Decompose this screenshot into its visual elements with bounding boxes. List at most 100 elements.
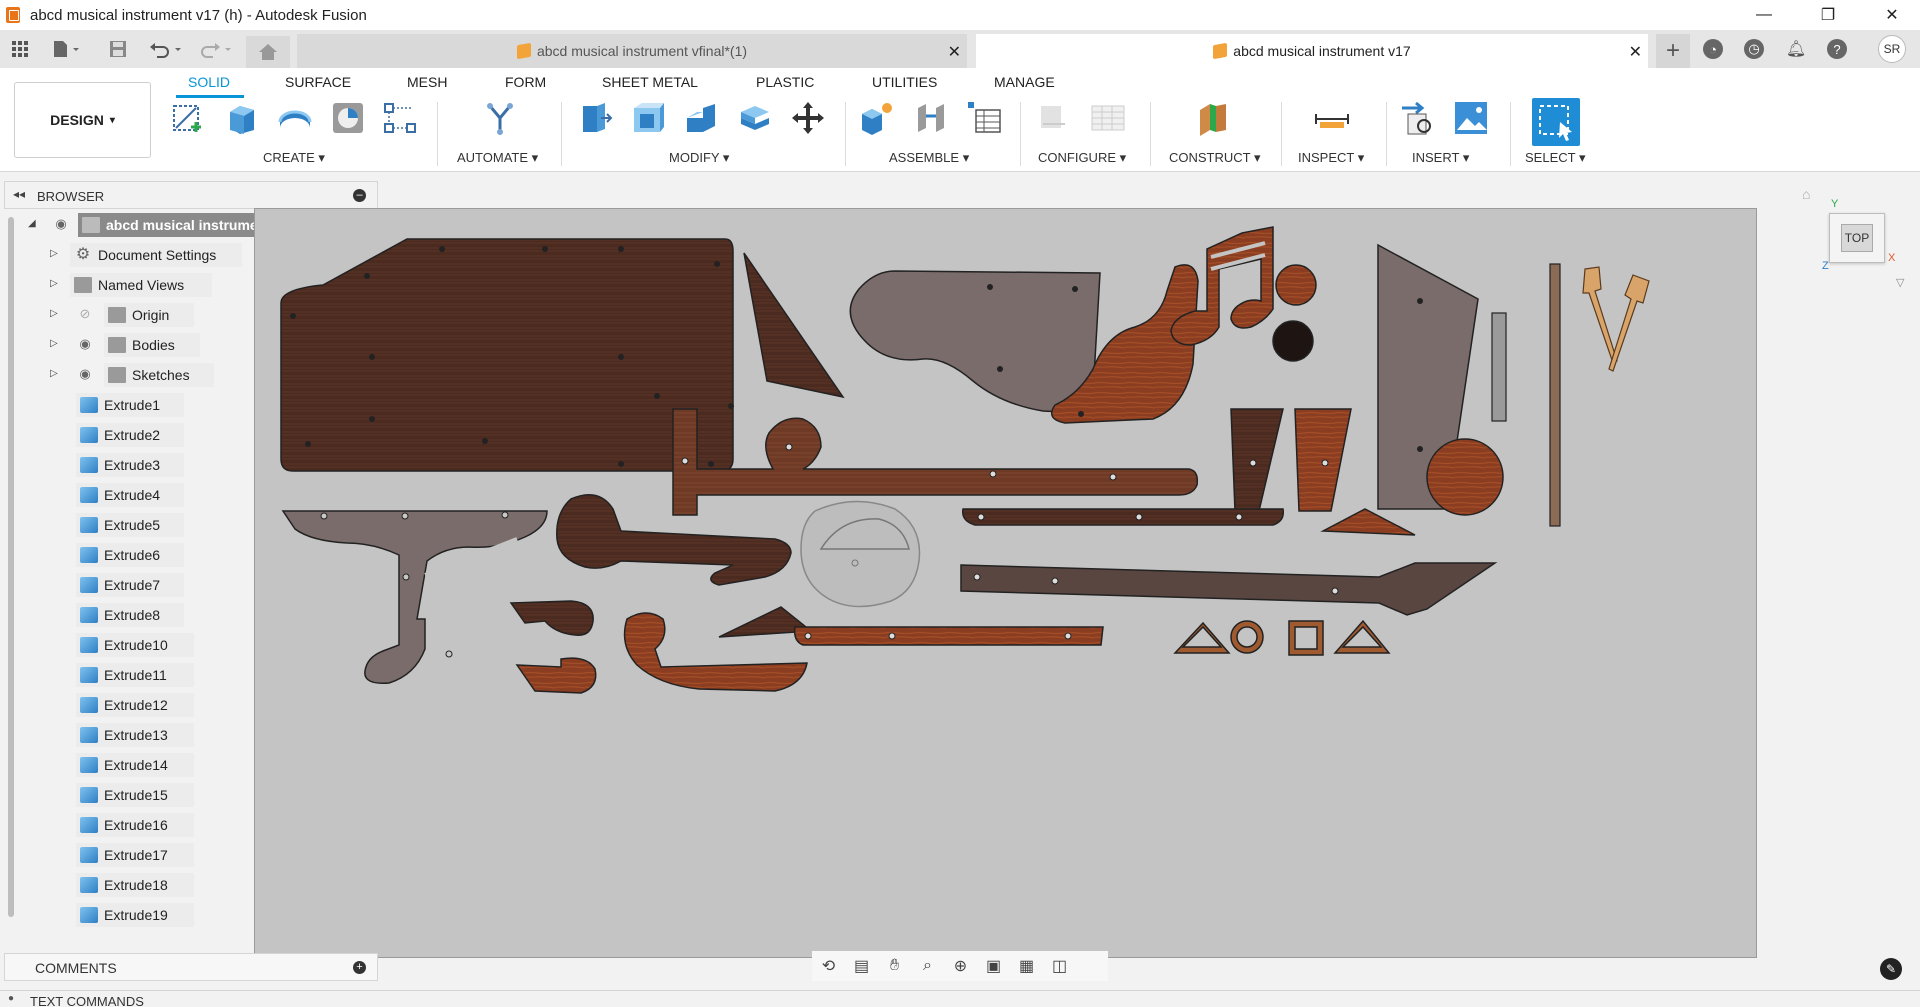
tree-item-sketches[interactable]: ▷ ◉ Sketches — [4, 361, 254, 389]
press-pull-icon[interactable] — [577, 100, 613, 136]
select-icon[interactable] — [1532, 98, 1580, 146]
tree-feature-row[interactable]: Extrude18 — [4, 871, 254, 899]
part-layout-drawing[interactable] — [255, 209, 1758, 959]
minimize-button[interactable]: — — [1736, 0, 1792, 30]
tree-item-document-settings[interactable]: ▷ ⚙ Document Settings — [4, 241, 254, 269]
add-comment-icon[interactable]: + — [353, 961, 366, 974]
tree-feature-row[interactable]: Extrude10 — [4, 631, 254, 659]
tree-feature-row[interactable]: Extrude11 — [4, 661, 254, 689]
text-commands-panel[interactable]: ● TEXT COMMANDS — [0, 990, 1920, 1007]
tab-utilities[interactable]: UTILITIES — [872, 74, 937, 90]
maximize-button[interactable]: ❐ — [1800, 0, 1856, 30]
help-icon[interactable]: ? — [1827, 39, 1847, 59]
expand-triangle-icon[interactable]: ▷ — [50, 248, 58, 259]
expand-icon[interactable]: ● — [8, 993, 14, 1004]
redo-icon[interactable] — [196, 37, 236, 61]
assemble-group-label[interactable]: ASSEMBLE ▾ — [889, 150, 969, 166]
tree-feature-row[interactable]: Extrude2 — [4, 421, 254, 449]
collapse-panel-icon[interactable]: ◂◂ — [13, 187, 25, 201]
tree-feature-row[interactable]: Extrude3 — [4, 451, 254, 479]
home-tab-icon[interactable] — [246, 36, 290, 68]
tab-manage[interactable]: MANAGE — [994, 74, 1055, 90]
tree-feature-row[interactable]: Extrude19 — [4, 901, 254, 929]
offset-plane-icon[interactable] — [1196, 100, 1232, 136]
browser-minimize-icon[interactable]: – — [353, 189, 366, 202]
extensions-icon[interactable]: ◔ — [1703, 39, 1723, 59]
tree-feature-row[interactable]: Extrude8 — [4, 601, 254, 629]
measure-icon[interactable] — [1314, 100, 1350, 136]
tree-feature-row[interactable]: Extrude4 — [4, 481, 254, 509]
tree-feature-row[interactable]: Extrude5 — [4, 511, 254, 539]
home-view-icon[interactable]: ⌂ — [1802, 186, 1810, 202]
expand-triangle-icon[interactable]: ▷ — [50, 368, 58, 379]
close-window-button[interactable]: ✕ — [1864, 0, 1920, 30]
tab-close-button[interactable]: ✕ — [948, 42, 961, 62]
configuration-table-icon[interactable] — [1090, 100, 1126, 136]
tab-surface[interactable]: SURFACE — [285, 74, 351, 90]
grid-settings-icon[interactable]: ▦ — [1010, 953, 1043, 979]
tree-feature-row[interactable]: Extrude1 — [4, 391, 254, 419]
fit-icon[interactable]: ⊕ — [944, 953, 977, 979]
insert-group-label[interactable]: INSERT ▾ — [1412, 150, 1469, 166]
job-status-icon[interactable]: ◷ — [1744, 39, 1764, 59]
workspace-switcher[interactable]: DESIGN ▾ — [14, 82, 151, 158]
tab-sheet-metal[interactable]: SHEET METAL — [602, 74, 698, 90]
hidden-eye-icon[interactable]: ⊘ — [76, 306, 94, 324]
view-cube[interactable]: TOP — [1829, 213, 1885, 263]
tab-v17[interactable]: abcd musical instrument v17 ✕ — [976, 34, 1648, 68]
view-cube-face[interactable]: TOP — [1841, 224, 1873, 252]
select-group-label[interactable]: SELECT ▾ — [1525, 150, 1585, 166]
look-at-icon[interactable]: ▤ — [845, 953, 878, 979]
notifications-bell-icon[interactable]: 🔔︎ — [1786, 39, 1806, 59]
zoom-icon[interactable]: ⌕ — [911, 953, 944, 979]
orbit-icon[interactable]: ⟲ — [812, 953, 845, 979]
joint-icon[interactable] — [914, 100, 950, 136]
display-settings-icon[interactable]: ▣ — [977, 953, 1010, 979]
tree-feature-row[interactable]: Extrude7 — [4, 571, 254, 599]
tab-close-button[interactable]: ✕ — [1629, 42, 1642, 62]
move-icon[interactable] — [790, 100, 826, 136]
tree-item-named-views[interactable]: ▷ Named Views — [4, 271, 254, 299]
tree-item-bodies[interactable]: ▷ ◉ Bodies — [4, 331, 254, 359]
expand-triangle-icon[interactable]: ▷ — [50, 308, 58, 319]
tree-feature-row[interactable]: Extrude17 — [4, 841, 254, 869]
chamfer-icon[interactable] — [683, 100, 719, 136]
design-canvas[interactable] — [254, 208, 1757, 958]
visibility-eye-icon[interactable]: ◉ — [76, 336, 94, 354]
app-grid-icon[interactable] — [8, 37, 32, 61]
bill-of-materials-icon[interactable] — [966, 100, 1002, 136]
pan-icon[interactable]: ✋︎ — [878, 953, 911, 979]
create-sketch-icon[interactable] — [170, 100, 206, 136]
edit-icon[interactable]: ✎ — [1880, 958, 1902, 980]
tree-feature-row[interactable]: Extrude13 — [4, 721, 254, 749]
tree-feature-row[interactable]: Extrude15 — [4, 781, 254, 809]
tree-feature-row[interactable]: Extrude14 — [4, 751, 254, 779]
pattern-icon[interactable] — [382, 100, 418, 136]
new-component-icon[interactable] — [859, 100, 895, 136]
insert-canvas-icon[interactable] — [1453, 100, 1489, 136]
automate-group-label[interactable]: AUTOMATE ▾ — [457, 150, 538, 166]
expand-triangle-icon[interactable]: ▷ — [50, 338, 58, 349]
construct-group-label[interactable]: CONSTRUCT ▾ — [1169, 150, 1261, 166]
tab-vfinal[interactable]: abcd musical instrument vfinal*(1) ✕ — [297, 34, 967, 68]
collapse-triangle-icon[interactable]: ◢ — [28, 218, 36, 229]
tab-plastic[interactable]: PLASTIC — [756, 74, 814, 90]
inspect-group-label[interactable]: INSPECT ▾ — [1298, 150, 1364, 166]
shell-icon[interactable] — [737, 100, 773, 136]
create-group-label[interactable]: CREATE ▾ — [263, 150, 325, 166]
configure-icon[interactable] — [1037, 100, 1073, 136]
modify-group-label[interactable]: MODIFY ▾ — [669, 150, 729, 166]
tree-feature-row[interactable]: Extrude16 — [4, 811, 254, 839]
automate-icon[interactable] — [482, 100, 518, 136]
user-avatar[interactable]: SR — [1878, 35, 1906, 63]
hole-icon[interactable] — [330, 100, 366, 136]
insert-derive-icon[interactable] — [1400, 100, 1436, 136]
tab-mesh[interactable]: MESH — [407, 74, 447, 90]
save-icon[interactable] — [106, 37, 130, 61]
extrude-icon[interactable] — [224, 100, 260, 136]
view-cube-menu-icon[interactable]: ▽ — [1896, 276, 1904, 289]
undo-icon[interactable] — [146, 37, 186, 61]
revolve-icon[interactable] — [277, 100, 313, 136]
tab-solid[interactable]: SOLID — [188, 74, 230, 90]
file-menu-icon[interactable] — [48, 37, 86, 61]
